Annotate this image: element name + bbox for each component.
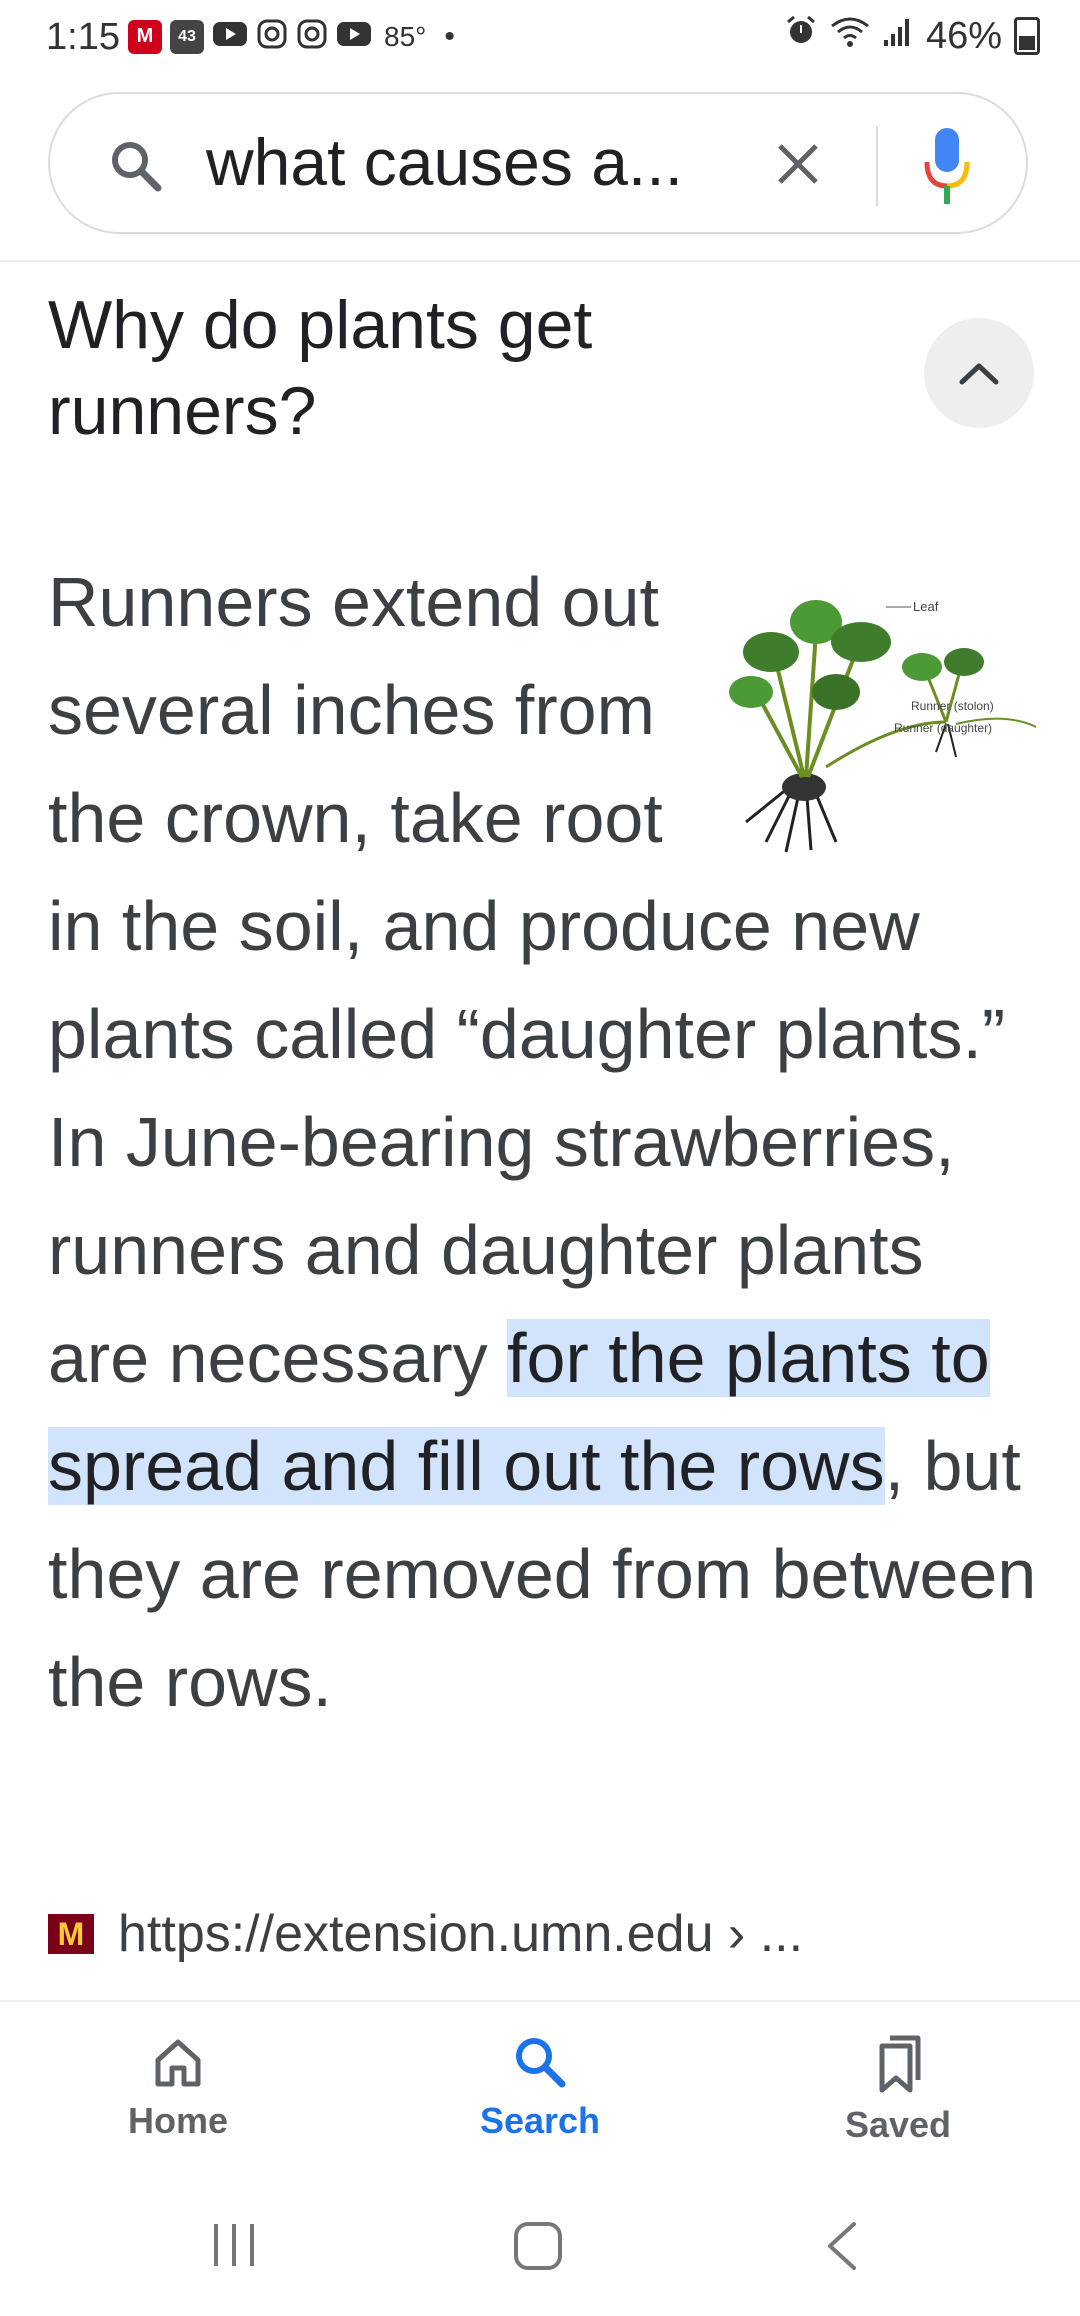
nav-saved-label: Saved xyxy=(844,2104,952,2145)
news-app-icon: M xyxy=(128,19,162,54)
temperature: 85° xyxy=(384,20,427,52)
home-icon xyxy=(155,2039,201,2087)
chevron-up-icon xyxy=(959,363,999,385)
youtube-icon xyxy=(212,20,248,53)
youtube-icon xyxy=(336,20,372,53)
battery-icon xyxy=(1014,17,1040,55)
source-link[interactable]: M https://extension.umn.edu › ... xyxy=(48,1904,803,1964)
runner-label: Runner (stolon) xyxy=(911,699,994,713)
recent-apps-icon[interactable] xyxy=(208,2220,260,2270)
instagram-icon xyxy=(296,18,328,55)
daughter-label: Runner (daughter) xyxy=(894,721,992,735)
umn-logo-icon: M xyxy=(48,1914,94,1954)
search-box[interactable]: what causes a... xyxy=(48,92,1028,234)
close-icon[interactable] xyxy=(768,134,828,194)
nav-saved[interactable]: Saved xyxy=(798,2032,998,2146)
strawberry-runner-image[interactable]: Leaf Runner (stolon) Runner (daughter) xyxy=(726,552,1038,862)
back-icon[interactable] xyxy=(822,2220,862,2272)
search-icon xyxy=(516,2038,566,2088)
bottom-navigation: Home Search Saved xyxy=(0,2000,1080,2182)
search-header: what causes a... xyxy=(0,80,1080,262)
wifi-icon xyxy=(830,15,870,58)
answer-snippet: Leaf Runner (stolon) Runner (daughter) R… xyxy=(48,548,1038,1736)
nav-search-label: Search xyxy=(479,2100,601,2141)
instagram-icon xyxy=(256,18,288,55)
more-notifications-dot: • xyxy=(444,19,455,53)
microphone-icon[interactable] xyxy=(922,124,972,208)
nav-search[interactable]: Search xyxy=(440,2032,640,2142)
leaf-label: Leaf xyxy=(913,599,939,614)
alarm-icon xyxy=(784,14,818,58)
bookmarks-icon xyxy=(879,2035,921,2093)
signal-icon xyxy=(882,15,914,58)
nav-home[interactable]: Home xyxy=(78,2032,278,2142)
home-button-icon[interactable] xyxy=(512,2220,564,2272)
question-title: Why do plants get runners? xyxy=(48,287,593,449)
search-icon xyxy=(112,142,162,192)
search-divider xyxy=(876,126,878,206)
notification-icons: M 43 85° • xyxy=(128,18,455,55)
source-url[interactable]: https://extension.umn.edu › ... xyxy=(118,1904,803,1964)
battery-percent: 46% xyxy=(925,14,1002,57)
status-time: 1:15 xyxy=(46,16,120,58)
nav-home-label: Home xyxy=(127,2100,229,2141)
system-status-icons: 46% xyxy=(784,14,1040,58)
system-navigation-bar xyxy=(0,2180,1080,2316)
search-input[interactable]: what causes a... xyxy=(206,124,683,200)
weather-app-icon: 43 xyxy=(170,19,204,54)
status-bar: 1:15 M 43 85° • 46% xyxy=(0,0,1080,80)
collapse-button[interactable] xyxy=(924,318,1034,428)
